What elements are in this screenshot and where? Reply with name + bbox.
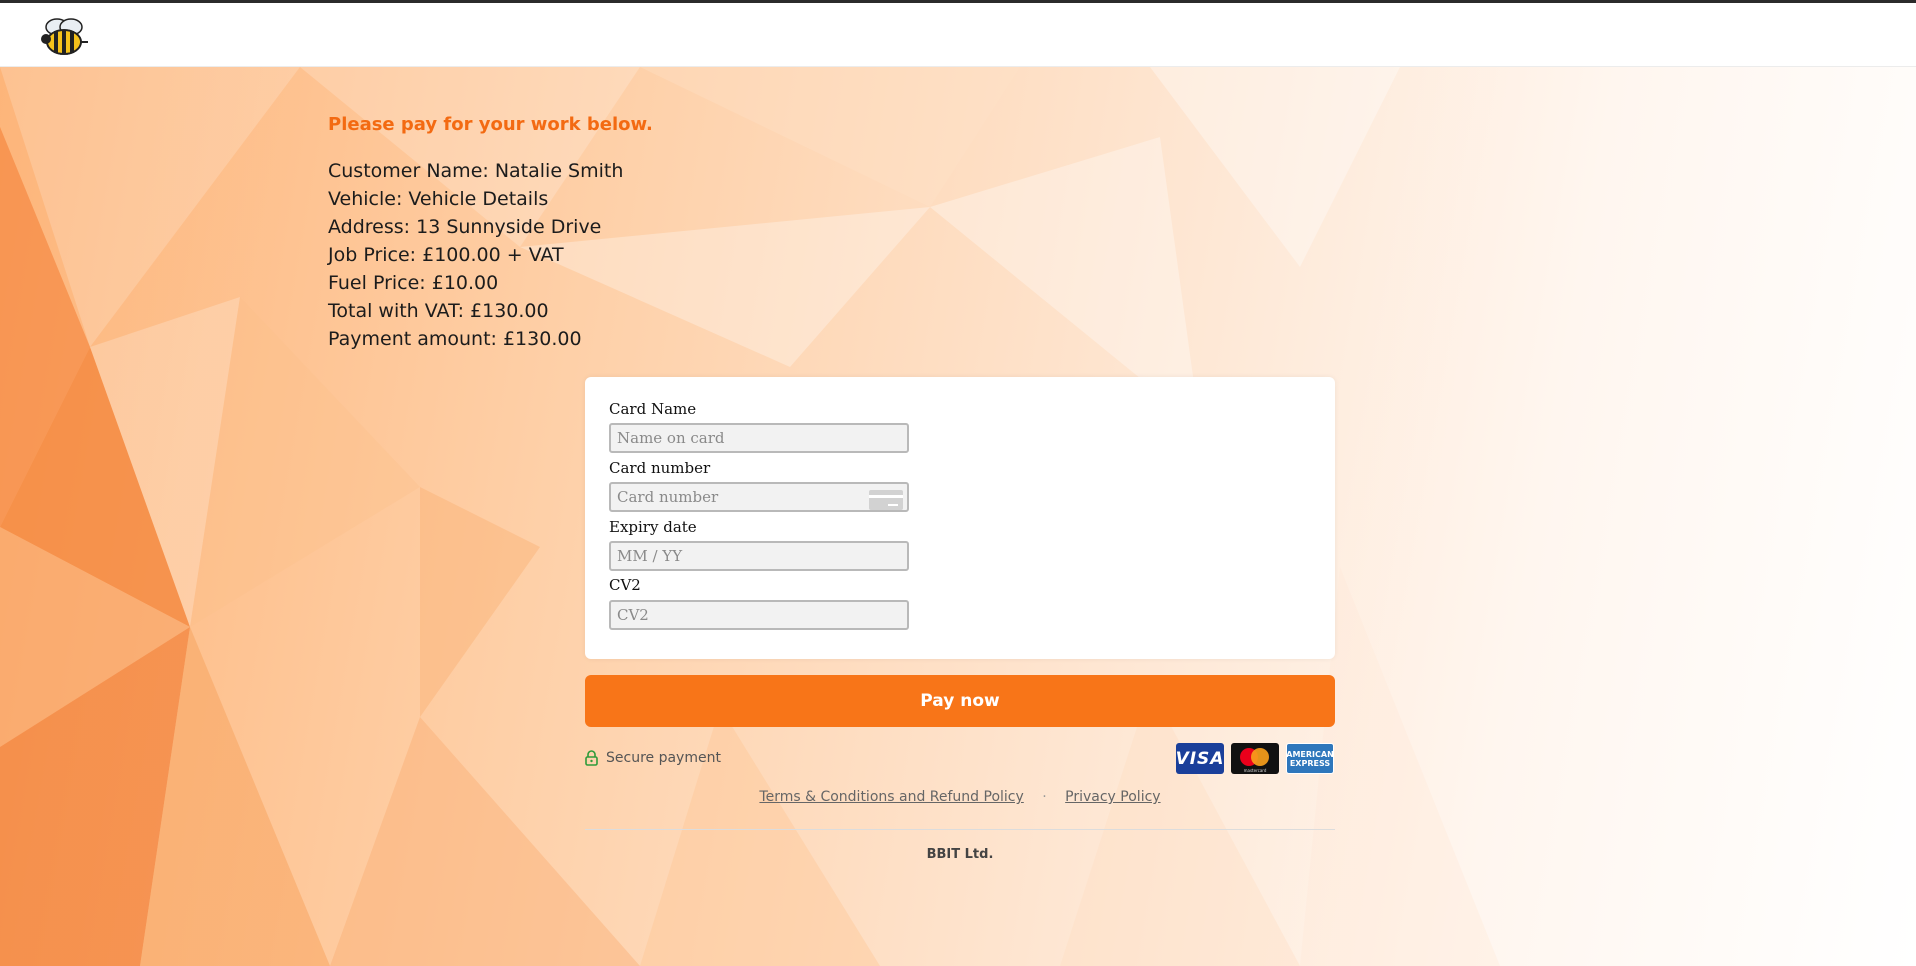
amex-logo-text-line1: AMERICAN [1286,749,1334,759]
pay-now-button[interactable]: Pay now [585,675,1335,727]
vehicle: Vehicle: Vehicle Details [328,188,549,210]
card-name-label: Card Name [609,400,697,418]
link-separator: · [1042,789,1047,805]
privacy-policy-link[interactable]: Privacy Policy [1065,789,1160,805]
footer-divider [585,829,1335,830]
card-number-label: Card number [609,459,711,477]
intro-text: Please pay for your work below. [328,114,653,135]
card-number-input[interactable] [609,482,909,512]
lock-icon [585,750,598,766]
customer-name: Customer Name: Natalie Smith [328,160,624,182]
payment-amount: Payment amount: £130.00 [328,328,582,350]
terms-link[interactable]: Terms & Conditions and Refund Policy [759,789,1023,805]
cv2-label: CV2 [609,576,641,594]
secure-payment-text: Secure payment [606,750,721,766]
expiry-date-label: Expiry date [609,518,697,536]
visa-logo-icon: VISA [1176,743,1224,774]
mastercard-yellow-circle [1251,748,1269,766]
visa-logo-text: VISA [1176,748,1224,769]
expiry-date-input[interactable] [609,541,909,571]
address: Address: 13 Sunnyside Drive [328,216,602,238]
mastercard-logo-icon: mastercard [1231,743,1279,774]
job-details: Customer Name: Natalie Smith Vehicle: Ve… [328,157,623,353]
mastercard-logo-text: mastercard [1243,768,1267,773]
total-with-vat: Total with VAT: £130.00 [328,300,549,322]
payment-form-card: Card Name Card number Expiry date CV2 [585,377,1335,659]
job-price: Job Price: £100.00 + VAT [328,244,564,266]
legal-links: Terms & Conditions and Refund Policy · P… [585,789,1335,805]
secure-payment: Secure payment [585,748,721,768]
card-name-input[interactable] [609,423,909,453]
amex-logo-icon: AMERICAN EXPRESS [1286,743,1334,774]
credit-card-icon [869,490,903,510]
cv2-input[interactable] [609,600,909,630]
amex-logo-text-line2: EXPRESS [1289,758,1331,768]
fuel-price: Fuel Price: £10.00 [328,272,499,294]
page-content: Please pay for your work below. Customer… [0,0,1916,966]
card-brands: VISA mastercard AMERICAN EXPRESS [1176,743,1334,774]
company-name: BBIT Ltd. [926,847,994,862]
